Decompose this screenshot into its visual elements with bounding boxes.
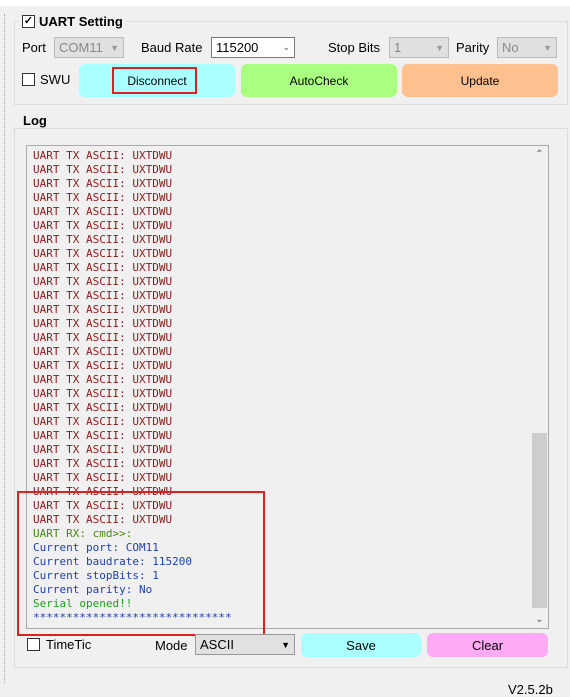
timetic-checkbox[interactable] [27,638,40,651]
mode-label: Mode [155,638,188,653]
log-line: UART TX ASCII: UXTDWU [33,373,173,386]
log-line: UART TX ASCII: UXTDWU [33,233,173,246]
log-line: UART TX ASCII: UXTDWU [33,415,173,428]
swu-checkbox[interactable] [22,73,35,86]
autocheck-label: AutoCheck [289,73,349,88]
parity-label: Parity [456,40,490,55]
log-scrollbar[interactable]: ⌃ ⌄ [531,146,548,628]
mode-value: ASCII [200,637,234,652]
log-line: UART TX ASCII: UXTDWU [33,443,173,456]
mode-select[interactable]: ASCII ▼ [195,634,295,655]
log-line: UART TX ASCII: UXTDWU [33,219,173,232]
log-line: UART TX ASCII: UXTDWU [33,289,173,302]
top-band [0,0,570,6]
log-line: UART TX ASCII: UXTDWU [33,163,173,176]
update-button[interactable]: Update [402,64,558,97]
uart-setting-header[interactable]: ✓ UART Setting [19,14,126,29]
dropdown-arrow-icon: ▼ [435,42,444,53]
uart-enable-checkbox[interactable]: ✓ [22,15,35,28]
log-line: UART TX ASCII: UXTDWU [33,149,173,162]
swu-label: SWU [40,72,71,87]
log-line: UART TX ASCII: UXTDWU [33,331,173,344]
timetic-checkbox-row[interactable]: TimeTic [27,637,91,652]
save-button[interactable]: Save [301,633,421,657]
highlight-box [17,491,265,636]
stop-bits-value: 1 [394,40,402,55]
log-line: UART TX ASCII: UXTDWU [33,177,173,190]
log-line: UART TX ASCII: UXTDWU [33,429,173,442]
stop-bits-label: Stop Bits [328,40,381,55]
scrollbar-thumb[interactable] [532,433,547,608]
log-line: UART TX ASCII: UXTDWU [33,457,173,470]
log-line: UART TX ASCII: UXTDWU [33,275,173,288]
scroll-up-icon[interactable]: ⌃ [531,146,548,163]
uart-setting-title: UART Setting [39,14,123,29]
baud-rate-value: 115200 [216,40,259,55]
dropdown-arrow-icon: ▼ [110,42,119,53]
baud-rate-select[interactable]: 115200 ⌄ [211,37,295,58]
log-line: UART TX ASCII: UXTDWU [33,261,173,274]
port-select[interactable]: COM11 ▼ [54,37,124,58]
save-label: Save [346,637,376,653]
log-line: UART TX ASCII: UXTDWU [33,247,173,260]
parity-value: No [502,40,519,55]
log-line: UART TX ASCII: UXTDWU [33,205,173,218]
log-line: UART TX ASCII: UXTDWU [33,317,173,330]
baud-rate-label: Baud Rate [141,40,203,55]
splitter[interactable] [4,14,5,684]
dropdown-arrow-icon: ▼ [543,42,552,53]
log-title: Log [20,113,50,128]
autocheck-button[interactable]: AutoCheck [241,64,397,97]
clear-label: Clear [471,637,504,653]
port-label: Port [22,40,46,55]
timetic-label: TimeTic [46,637,92,652]
log-line: UART TX ASCII: UXTDWU [33,345,173,358]
log-line: UART TX ASCII: UXTDWU [33,387,173,400]
parity-select[interactable]: No ▼ [497,37,557,58]
log-line: UART TX ASCII: UXTDWU [33,191,173,204]
chevron-down-icon: ⌄ [282,42,290,52]
port-value: COM11 [59,40,103,55]
log-line: UART TX ASCII: UXTDWU [33,471,173,484]
log-line: UART TX ASCII: UXTDWU [33,359,173,372]
update-label: Update [460,73,500,88]
clear-button[interactable]: Clear [427,633,548,657]
log-line: UART TX ASCII: UXTDWU [33,303,173,316]
scroll-down-icon[interactable]: ⌄ [531,611,548,628]
dropdown-arrow-icon: ▼ [281,639,290,650]
stop-bits-select[interactable]: 1 ▼ [389,37,449,58]
log-line: UART TX ASCII: UXTDWU [33,401,173,414]
swu-checkbox-row[interactable]: SWU [22,72,70,87]
highlight-box [112,67,197,94]
